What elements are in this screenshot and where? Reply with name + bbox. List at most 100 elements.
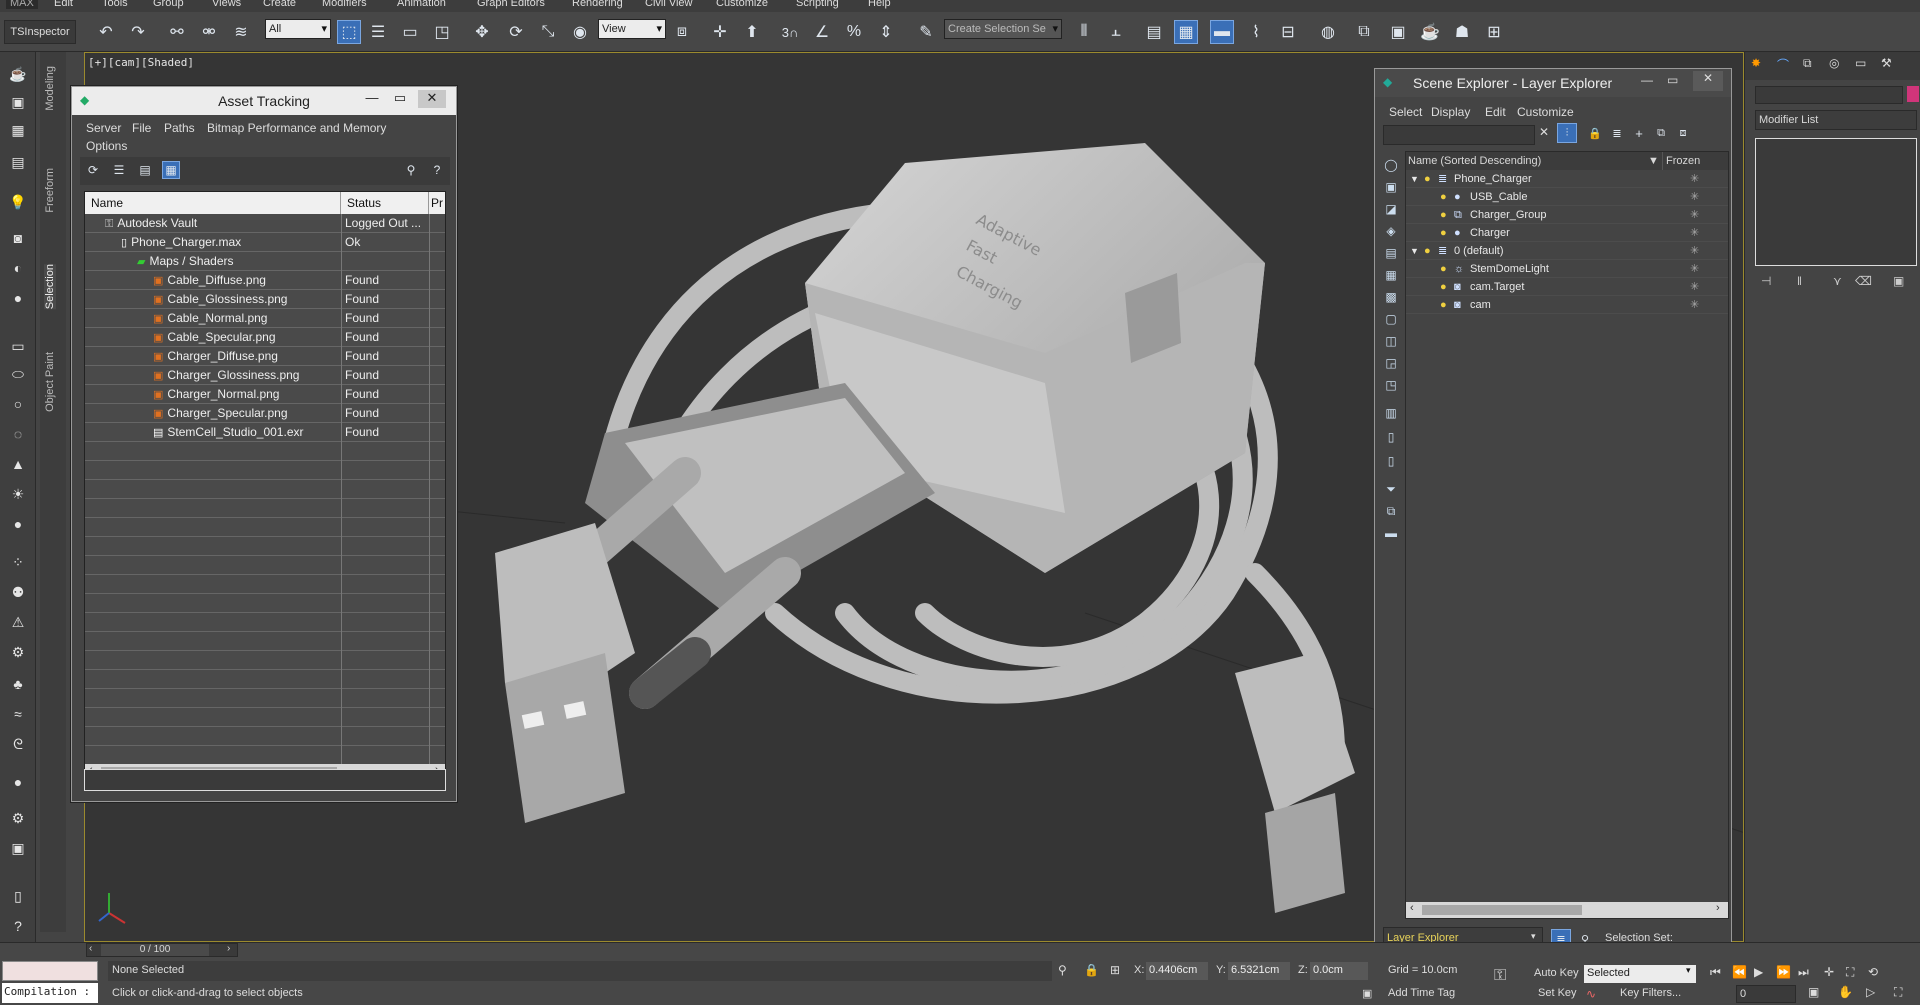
xrefs-icon[interactable]: ◫ bbox=[1381, 331, 1401, 351]
remove-modifier-icon[interactable]: ⌫ bbox=[1855, 274, 1872, 288]
video-camera-icon[interactable]: ● bbox=[8, 288, 28, 308]
menu-select[interactable]: Select bbox=[1389, 105, 1422, 119]
set-key-curve-icon[interactable]: ∿ bbox=[1586, 987, 1596, 1001]
spring-icon[interactable]: ᘓ bbox=[8, 734, 28, 754]
tsinspector-button[interactable]: TSInspector bbox=[4, 20, 76, 44]
render-icon[interactable]: ▣ bbox=[8, 92, 28, 112]
orbit-icon[interactable]: ⟲ bbox=[1868, 965, 1878, 979]
minimize-icon[interactable]: — bbox=[358, 90, 386, 108]
table-icon[interactable]: ▤ bbox=[8, 152, 28, 172]
render-activeshade-icon[interactable]: ☗ bbox=[1450, 20, 1474, 44]
tree-row[interactable]: ▼ ● ≣ Phone_Charger ✳ bbox=[1406, 170, 1728, 188]
chevron-right-icon[interactable]: › bbox=[227, 943, 230, 954]
sphere-icon[interactable]: ○ bbox=[8, 394, 28, 414]
keyboard-shortcut-override-icon[interactable]: ⬆ bbox=[740, 20, 764, 44]
sphere-gold-icon[interactable]: ● bbox=[8, 514, 28, 534]
menu-file[interactable]: File bbox=[132, 121, 151, 135]
grid-icon[interactable]: ▦ bbox=[8, 120, 28, 140]
scroll-thumb[interactable] bbox=[1422, 905, 1582, 915]
unlink-icon[interactable]: ⚮ bbox=[197, 20, 221, 44]
column-header-frozen[interactable]: Frozen bbox=[1662, 152, 1700, 170]
toggle-scene-explorer-icon[interactable]: ▤ bbox=[1142, 20, 1166, 44]
maximize-viewport-icon[interactable]: ⛶ bbox=[1894, 985, 1902, 1000]
search-input[interactable] bbox=[1383, 125, 1535, 145]
visibility-bulb-icon[interactable]: ● bbox=[1440, 224, 1447, 242]
lights-icon[interactable]: ◈ bbox=[1381, 221, 1401, 241]
previous-frame-icon[interactable]: ⏪ bbox=[1732, 965, 1747, 979]
expand-icon[interactable]: ▼ bbox=[1410, 170, 1419, 188]
rotate-icon[interactable]: ⟳ bbox=[504, 20, 528, 44]
reference-coordinate-select[interactable]: View bbox=[598, 19, 666, 39]
menu-server[interactable]: Server bbox=[86, 121, 121, 135]
add-icon[interactable]: + bbox=[1629, 123, 1649, 143]
rendered-frame-window-icon[interactable]: ▣ bbox=[1386, 20, 1410, 44]
go-to-start-icon[interactable]: ⏮ bbox=[1710, 965, 1721, 980]
column-header-proxy[interactable]: Pr bbox=[429, 192, 445, 214]
app-logo[interactable]: MAX bbox=[6, 0, 38, 9]
tab-selection[interactable]: Selection bbox=[44, 264, 56, 310]
tab-freeform[interactable]: Freeform bbox=[44, 168, 56, 213]
time-slider[interactable]: ‹ 0 / 100 › bbox=[86, 943, 238, 957]
horizontal-scrollbar[interactable]: ‹ › bbox=[1406, 902, 1728, 918]
menu-create[interactable]: Create bbox=[263, 0, 296, 9]
refresh-icon[interactable]: ⟳ bbox=[84, 161, 102, 179]
percent-snap-icon[interactable]: % bbox=[842, 20, 866, 44]
tab-object-paint[interactable]: Object Paint bbox=[44, 352, 56, 412]
torus-icon[interactable]: ◌ bbox=[8, 424, 28, 444]
menu-animation[interactable]: Animation bbox=[397, 0, 446, 9]
z-coordinate-field[interactable]: 0.0cm bbox=[1310, 962, 1368, 980]
lock-icon[interactable]: 🔒 bbox=[1585, 123, 1605, 143]
select-object-icon[interactable]: ⬚ bbox=[337, 20, 361, 44]
file-icon[interactable]: ▯ bbox=[8, 886, 28, 906]
spacewarps-icon[interactable]: ▩ bbox=[1381, 287, 1401, 307]
render-settings-icon[interactable]: ⚙ bbox=[8, 808, 28, 828]
help-icon[interactable]: ? bbox=[428, 161, 446, 179]
display-none-icon[interactable]: ◯ bbox=[1381, 155, 1401, 175]
hierarchy-tab-icon[interactable]: ⧉ bbox=[1803, 56, 1812, 71]
menu-rendering[interactable]: Rendering bbox=[572, 0, 623, 9]
absolute-mode-icon[interactable]: ⊞ bbox=[1110, 963, 1120, 977]
next-frame-icon[interactable]: ⏩ bbox=[1776, 965, 1791, 979]
x-coordinate-field[interactable]: 0.4406cm bbox=[1146, 962, 1208, 980]
render-production-icon[interactable]: ☕ bbox=[1418, 20, 1442, 44]
modifier-list-select[interactable]: Modifier List bbox=[1755, 110, 1917, 130]
table-row[interactable]: ▣ Charger_Glossiness.png Found bbox=[85, 366, 445, 385]
maxscript-input[interactable]: Compilation : bbox=[2, 983, 98, 1003]
add-time-tag[interactable]: Add Time Tag bbox=[1388, 987, 1455, 999]
frozen-toggle-icon[interactable]: ✳ bbox=[1690, 278, 1699, 296]
scroll-left-icon[interactable]: ‹ bbox=[1410, 902, 1414, 914]
create-tab-icon[interactable]: ✸ bbox=[1751, 56, 1761, 70]
object-name-field[interactable] bbox=[1755, 86, 1903, 104]
frozen-toggle-icon[interactable]: ✳ bbox=[1690, 260, 1699, 278]
menu-options[interactable]: Options bbox=[86, 139, 127, 153]
redo-icon[interactable]: ↷ bbox=[126, 20, 150, 44]
sun-icon[interactable]: ☀ bbox=[8, 484, 28, 504]
menu-edit[interactable]: Edit bbox=[54, 0, 73, 9]
render-in-cloud-icon[interactable]: ⊞ bbox=[1482, 20, 1506, 44]
zoom-extents-icon[interactable]: ⛶ bbox=[1846, 965, 1854, 980]
frozen-icon[interactable]: ▯ bbox=[1381, 427, 1401, 447]
modifier-stack[interactable] bbox=[1755, 138, 1917, 266]
sort-arrow-icon[interactable]: ▼ bbox=[1648, 152, 1659, 170]
frozen-toggle-icon[interactable]: ✳ bbox=[1690, 206, 1699, 224]
gear-icon[interactable]: ⚙ bbox=[8, 642, 28, 662]
cameras-icon[interactable]: ▤ bbox=[1381, 243, 1401, 263]
isolate-icon[interactable]: ⚲ bbox=[1058, 963, 1067, 977]
menu-modifiers[interactable]: Modifiers bbox=[322, 0, 367, 9]
table-row[interactable]: ▣ Charger_Normal.png Found bbox=[85, 385, 445, 404]
close-icon[interactable]: ✕ bbox=[418, 90, 446, 108]
table-row[interactable]: ▰ Maps / Shaders bbox=[85, 252, 445, 271]
geometry-icon[interactable]: ▣ bbox=[1381, 177, 1401, 197]
column-header-name[interactable]: Name bbox=[85, 192, 341, 214]
key-mode-select[interactable]: Selected bbox=[1584, 965, 1696, 983]
groups-icon[interactable]: ▢ bbox=[1381, 309, 1401, 329]
table-row[interactable]: ▣ Cable_Glossiness.png Found bbox=[85, 290, 445, 309]
visibility-bulb-icon[interactable]: ● bbox=[1440, 206, 1447, 224]
visibility-bulb-icon[interactable]: ● bbox=[1440, 188, 1447, 206]
column-header-name[interactable]: Name (Sorted Descending) bbox=[1408, 152, 1541, 170]
visibility-bulb-icon[interactable]: ● bbox=[1440, 296, 1447, 314]
vault-login-icon[interactable]: ⚲ bbox=[402, 161, 420, 179]
rectangular-selection-icon[interactable]: ▭ bbox=[398, 20, 422, 44]
cylinder-icon[interactable]: ⬭ bbox=[8, 364, 28, 384]
menu-group[interactable]: Group bbox=[153, 0, 184, 9]
